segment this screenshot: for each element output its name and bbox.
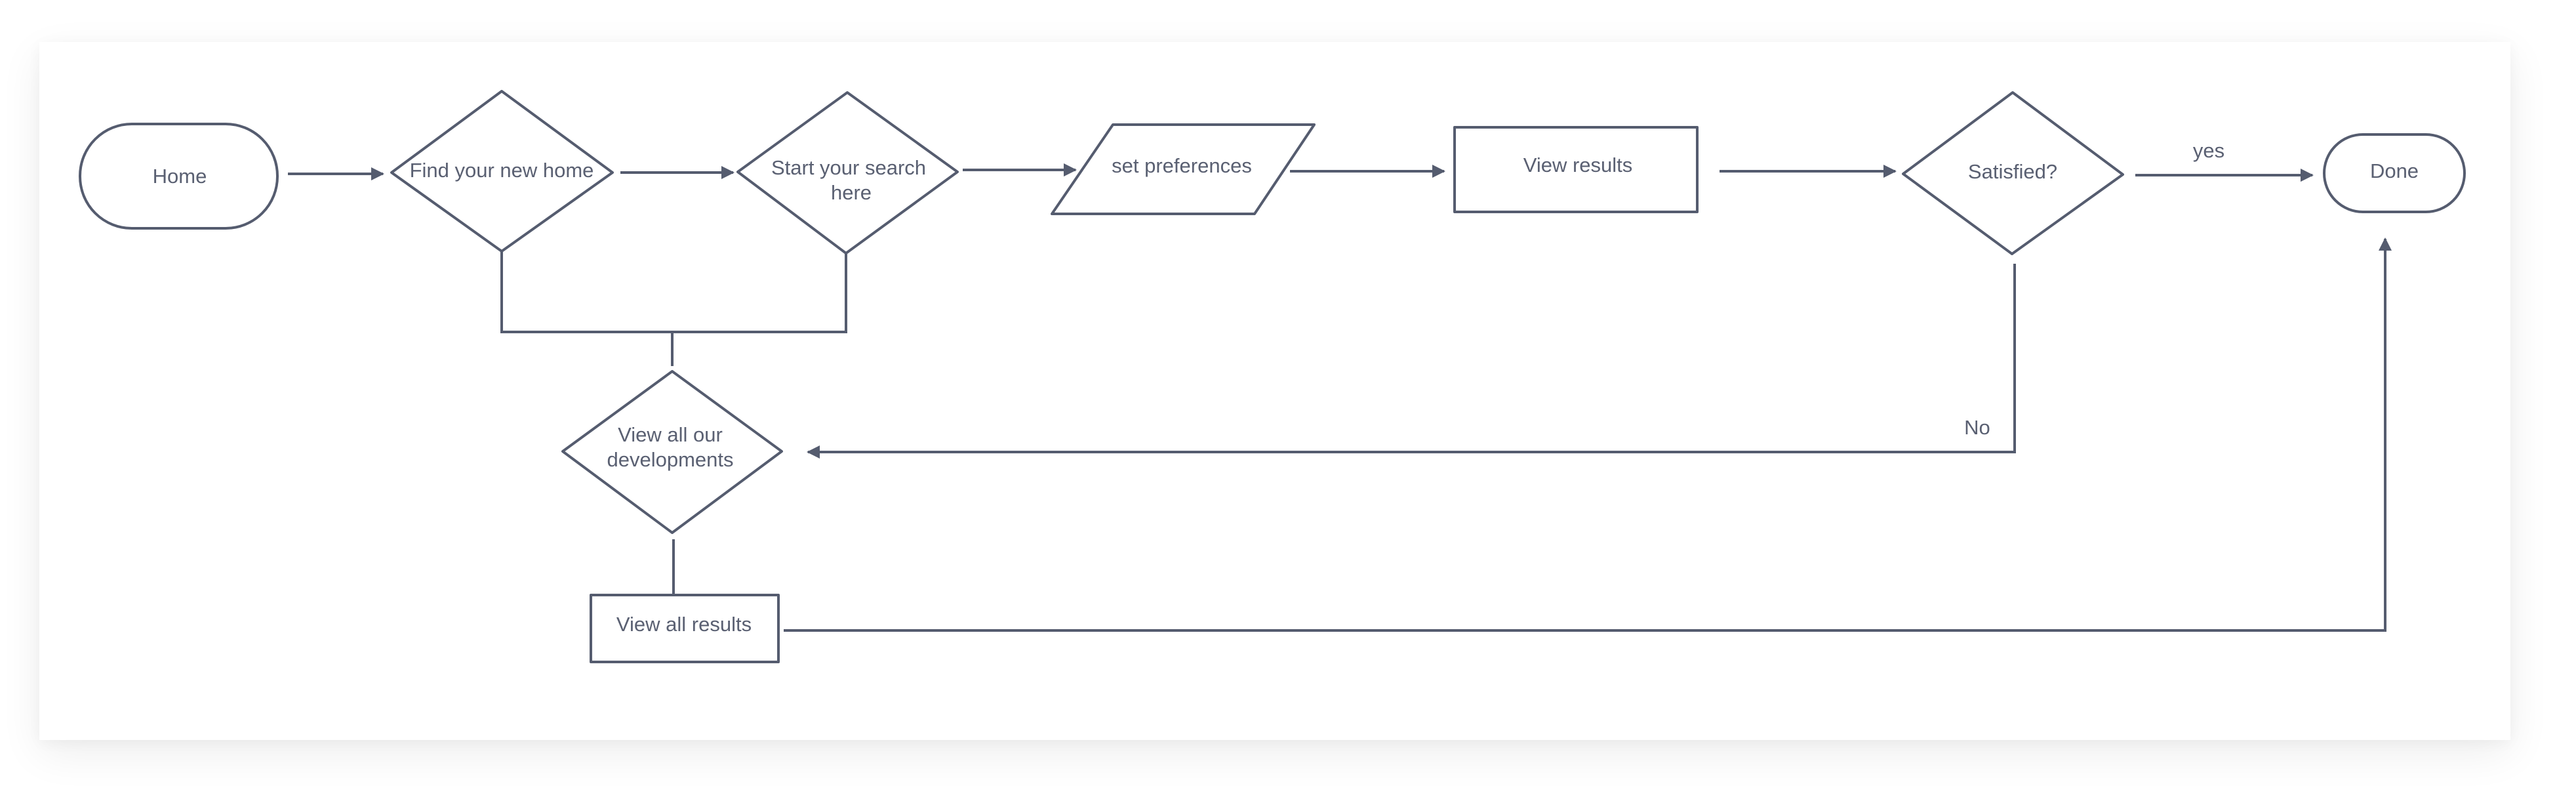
node-start-your-search[interactable]: Start your search here (736, 91, 959, 255)
edge-allresults-to-done[interactable] (784, 237, 2392, 632)
connectors (288, 163, 2392, 632)
node-label: View all results (616, 613, 752, 636)
node-label: set preferences (1112, 154, 1252, 177)
node-label: Satisfied? (1968, 160, 2057, 183)
node-home[interactable]: Home (79, 123, 279, 230)
flowchart: yes No Home Find your new home Start you… (79, 90, 2466, 663)
node-label-line-2: here (831, 181, 872, 204)
node-view-all-developments[interactable]: View all our developments (561, 370, 783, 534)
edge-label-yes: yes (2193, 139, 2224, 162)
node-view-all-results[interactable]: View all results (590, 594, 780, 663)
node-set-preferences[interactable]: set preferences (1051, 123, 1316, 215)
edge-label-no: No (1964, 416, 1990, 439)
node-label-line-1: View all our (618, 423, 723, 446)
node-done[interactable]: Done (2323, 133, 2466, 213)
node-view-results[interactable]: View results (1453, 126, 1699, 213)
node-label-line-2: developments (607, 448, 733, 471)
node-satisfied[interactable]: Satisfied? (1902, 91, 2124, 255)
edge-find-start-bracket[interactable] (500, 251, 847, 333)
node-find-your-new-home[interactable]: Find your new home (390, 90, 614, 253)
node-label-line-1: Start your search (771, 156, 926, 179)
node-label: View results (1523, 154, 1633, 176)
node-label: Home (153, 165, 207, 188)
edge-satisfied-no-to-devs[interactable] (807, 264, 2016, 459)
node-label: Find your new home (410, 159, 594, 182)
node-label: Done (2370, 159, 2419, 182)
